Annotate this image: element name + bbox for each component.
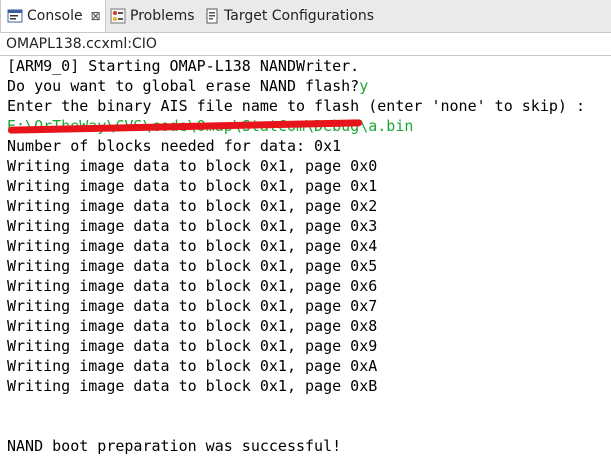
console-line: Do you want to global erase NAND flash?y xyxy=(7,77,369,95)
console-line: Writing image data to block 0x1, page 0x… xyxy=(7,337,378,355)
console-line: Writing image data to block 0x1, page 0x… xyxy=(7,257,378,275)
close-icon[interactable]: ⊠ xyxy=(91,10,101,22)
console-line: NAND boot preparation was successful! xyxy=(7,437,342,455)
console-line: Writing image data to block 0x1, page 0x… xyxy=(7,297,378,315)
console-line: Writing image data to block 0x1, page 0x… xyxy=(7,377,378,395)
console-line: Writing image data to block 0x1, page 0x… xyxy=(7,277,378,295)
tab-console[interactable]: Console ⊠ xyxy=(0,0,106,32)
console-line: Writing image data to block 0x1, page 0x… xyxy=(7,197,378,215)
console-subtitle: OMAPL138.ccxml:CIO xyxy=(0,33,611,55)
target-config-icon xyxy=(204,8,220,24)
tab-problems[interactable]: Problems xyxy=(110,0,200,32)
view-tab-bar: Console ⊠ Problems Target Configurations xyxy=(0,0,611,33)
console-line: [ARM9_0] Starting OMAP-L138 NANDWriter. xyxy=(7,57,360,75)
console-line: Enter the binary AIS file name to flash … xyxy=(7,97,585,115)
console-output[interactable]: [ARM9_0] Starting OMAP-L138 NANDWriter. … xyxy=(0,55,611,457)
console-line: Writing image data to block 0x1, page 0x… xyxy=(7,177,378,195)
console-line: Writing image data to block 0x1, page 0x… xyxy=(7,237,378,255)
tab-target-configurations[interactable]: Target Configurations xyxy=(204,0,374,32)
console-line: Writing image data to block 0x1, page 0x… xyxy=(7,357,378,375)
console-line: Number of blocks needed for data: 0x1 xyxy=(7,137,342,155)
tab-problems-label: Problems xyxy=(130,8,195,24)
console-line: Writing image data to block 0x1, page 0x… xyxy=(7,157,378,175)
tab-target-configurations-label: Target Configurations xyxy=(224,8,375,24)
console-user-input: y xyxy=(359,77,369,95)
tab-console-label: Console xyxy=(27,8,83,24)
problems-icon xyxy=(110,8,126,24)
console-icon xyxy=(7,8,23,24)
console-line: Writing image data to block 0x1, page 0x… xyxy=(7,317,378,335)
console-line: Writing image data to block 0x1, page 0x… xyxy=(7,217,378,235)
